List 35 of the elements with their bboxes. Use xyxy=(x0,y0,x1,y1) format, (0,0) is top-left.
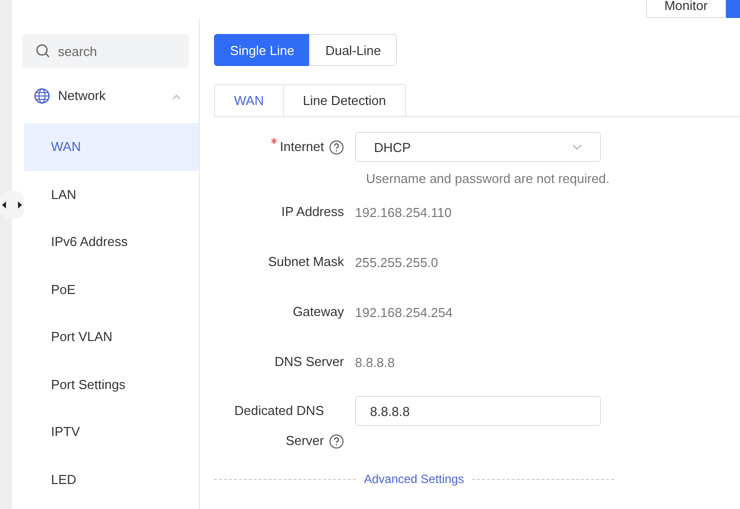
field-value: 8.8.8.8 xyxy=(355,354,395,370)
field-label: Dedicated DNS Server xyxy=(233,402,324,450)
collapse-handle-icon[interactable] xyxy=(0,191,24,219)
sidebar-item[interactable]: LAN xyxy=(24,170,199,218)
line-mode-button[interactable]: Dual-Line xyxy=(309,34,397,66)
sidebar-item[interactable]: IPTV xyxy=(24,408,199,456)
field-label: IP Address xyxy=(281,203,344,221)
field-label: DNS Server xyxy=(274,353,344,371)
sidebar-item[interactable]: Port Settings xyxy=(24,360,199,408)
field-label: Internet xyxy=(280,138,324,156)
chevron-down-icon xyxy=(572,144,582,150)
monitor-button[interactable]: Monitor xyxy=(646,0,726,18)
menu-group-label[interactable]: Network xyxy=(58,88,164,103)
tab[interactable]: Line Detection xyxy=(282,84,406,116)
sidebar-item[interactable]: WAN xyxy=(24,123,199,170)
sidebar-item[interactable]: LED xyxy=(24,456,199,503)
hint-text: Username and password are not required. xyxy=(366,171,611,186)
globe-icon xyxy=(34,88,50,104)
field-value: 192.168.254.110 xyxy=(355,204,452,220)
help-icon[interactable] xyxy=(329,434,344,449)
advanced-settings-link[interactable]: Advanced Settings xyxy=(364,472,464,486)
search-field[interactable]: search xyxy=(22,34,189,68)
internet-select[interactable]: DHCP xyxy=(355,132,601,162)
field-value: 255.255.255.0 xyxy=(355,254,438,270)
field-label: Gateway xyxy=(292,303,344,321)
sidebar-item[interactable]: PoE xyxy=(24,266,199,313)
line-mode-button[interactable]: Single Line xyxy=(214,34,310,66)
tab[interactable]: WAN xyxy=(214,84,284,116)
field-label: Subnet Mask xyxy=(268,253,344,271)
help-icon[interactable] xyxy=(329,140,344,155)
sidebar-item[interactable]: IPv6 Address xyxy=(24,218,199,266)
input-field[interactable]: 8.8.8.8 xyxy=(355,396,601,426)
sidebar-item[interactable]: Port VLAN xyxy=(24,313,199,360)
search-icon xyxy=(36,44,50,58)
field-value: 192.168.254.254 xyxy=(355,304,453,320)
